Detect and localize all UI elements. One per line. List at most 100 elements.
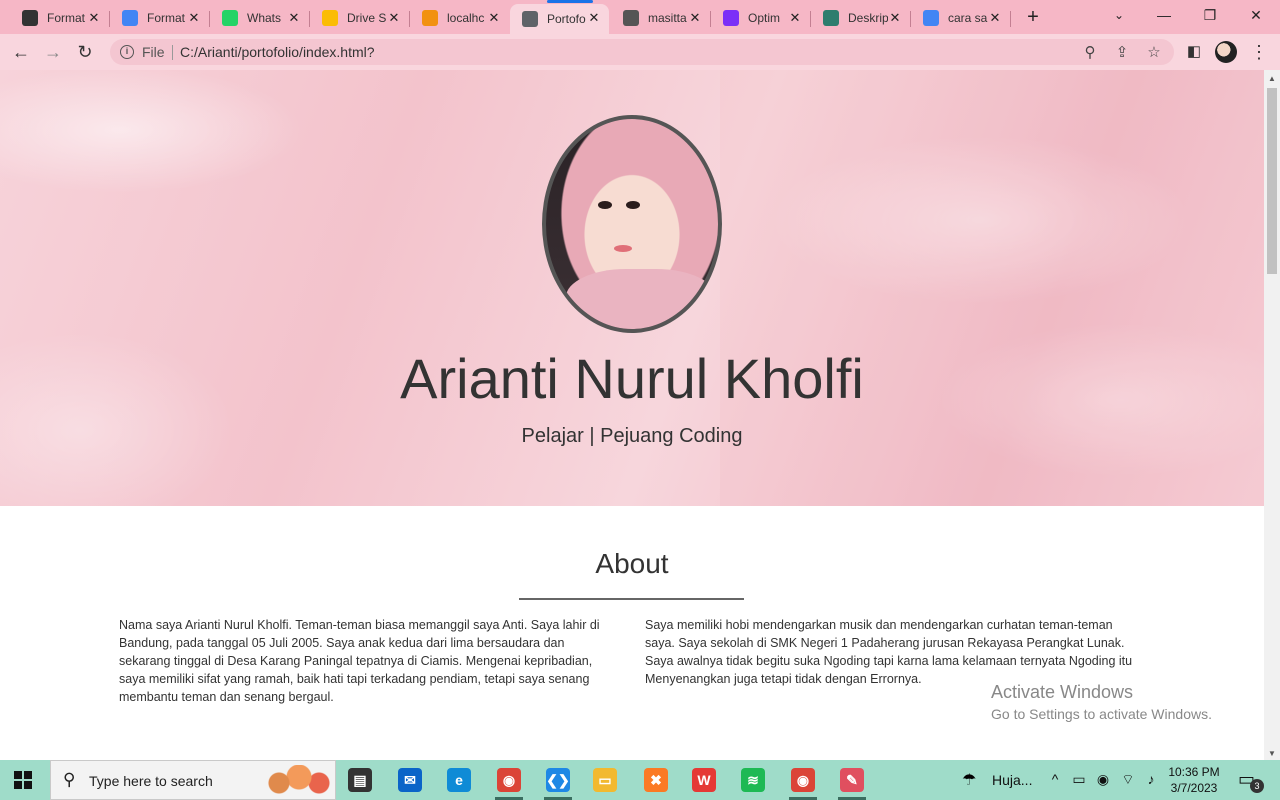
back-button[interactable]: ← bbox=[8, 40, 34, 64]
address-divider bbox=[172, 45, 173, 60]
tab-title: Portofo bbox=[547, 12, 586, 26]
zoom-icon[interactable]: ⚲ bbox=[1080, 43, 1100, 61]
tab-favicon-icon bbox=[723, 10, 739, 26]
share-icon[interactable]: ⇪ bbox=[1112, 43, 1132, 61]
windows-logo-icon bbox=[14, 771, 22, 779]
tab-separator bbox=[1010, 11, 1011, 27]
hero-section: Arianti Nurul Kholfi Pelajar | Pejuang C… bbox=[0, 70, 1264, 506]
security-icon[interactable]: ◉ bbox=[1093, 771, 1113, 788]
chrome-icon: ◉ bbox=[497, 768, 521, 792]
taskbar-app-wps-office[interactable]: W bbox=[684, 764, 724, 796]
tab-favicon-icon bbox=[22, 10, 38, 26]
tab-close-icon[interactable]: ✕ bbox=[688, 10, 702, 26]
taskbar-search-box[interactable]: ⚲ Type here to search bbox=[50, 760, 336, 800]
windows-logo-pane bbox=[24, 771, 32, 779]
browser-toolbar: ← → ↻ i File C:/Arianti/portofolio/index… bbox=[0, 34, 1280, 70]
tab-title: Whats bbox=[247, 11, 282, 25]
windows-taskbar: ⚲ Type here to search ☂ Huja... ^ ▭ ◉ ⌔ … bbox=[0, 760, 1280, 800]
browser-tab[interactable]: Deskrip ✕ bbox=[811, 4, 911, 32]
file-explorer-icon: ▭ bbox=[593, 768, 617, 792]
url-text[interactable]: C:/Arianti/portofolio/index.html? bbox=[180, 44, 375, 60]
scroll-up-arrow-icon[interactable]: ▲ bbox=[1268, 74, 1276, 83]
browser-tab[interactable]: Optim ✕ bbox=[711, 4, 811, 32]
tab-title: localhc bbox=[447, 11, 485, 25]
restore-button[interactable]: ❐ bbox=[1187, 4, 1233, 26]
tab-close-icon[interactable]: ✕ bbox=[988, 10, 1002, 26]
taskbar-app-task-view[interactable]: ▤ bbox=[340, 764, 380, 796]
scrollbar-thumb[interactable] bbox=[1267, 88, 1277, 274]
tab-favicon-icon bbox=[422, 10, 438, 26]
bookmark-star-icon[interactable]: ☆ bbox=[1144, 43, 1164, 61]
forward-button[interactable]: → bbox=[40, 40, 66, 64]
tab-close-icon[interactable]: ✕ bbox=[888, 10, 902, 26]
about-heading: About bbox=[595, 548, 669, 579]
tab-title: Deskrip bbox=[848, 11, 888, 25]
wifi-icon[interactable]: ⌔ bbox=[1118, 771, 1138, 789]
tab-close-icon[interactable]: ✕ bbox=[87, 10, 101, 26]
vscode-icon: ❮❯ bbox=[546, 768, 570, 792]
reload-button[interactable]: ↻ bbox=[72, 40, 98, 64]
clock-time: 10:36 PM bbox=[1168, 765, 1220, 779]
close-window-button[interactable]: ✕ bbox=[1233, 4, 1279, 26]
minimize-button[interactable]: — bbox=[1141, 4, 1187, 26]
weather-text[interactable]: Huja... bbox=[992, 772, 1032, 788]
start-button[interactable] bbox=[14, 771, 32, 789]
tab-title: Format bbox=[47, 11, 86, 25]
tab-close-icon[interactable]: ✕ bbox=[287, 10, 301, 26]
tab-title: cara sa bbox=[948, 11, 988, 25]
search-highlight-illustration bbox=[259, 765, 333, 799]
system-clock[interactable]: 10:36 PM 3/7/2023 bbox=[1162, 764, 1226, 796]
browser-tab[interactable]: Format ✕ bbox=[110, 4, 210, 32]
taskbar-app-edge[interactable]: e bbox=[439, 764, 479, 796]
scroll-down-arrow-icon[interactable]: ▼ bbox=[1268, 749, 1276, 758]
profile-photo bbox=[542, 115, 722, 333]
tab-close-icon[interactable]: ✕ bbox=[587, 10, 601, 26]
new-tab-button[interactable]: + bbox=[1022, 6, 1044, 29]
taskbar-app-paint[interactable]: ✎ bbox=[832, 764, 872, 800]
taskbar-app-chrome[interactable]: ◉ bbox=[489, 764, 529, 800]
taskbar-app-file-explorer[interactable]: ▭ bbox=[585, 764, 625, 796]
hero-tagline: Pelajar | Pejuang Coding bbox=[521, 425, 743, 447]
address-bar[interactable]: i File C:/Arianti/portofolio/index.html?… bbox=[110, 39, 1174, 65]
spotify-icon: ≋ bbox=[741, 768, 765, 792]
menu-kebab-icon[interactable]: ⋮ bbox=[1246, 40, 1272, 64]
side-panel-icon[interactable]: ◧ bbox=[1181, 40, 1207, 64]
taskbar-app-spotify[interactable]: ≋ bbox=[733, 764, 773, 796]
browser-tab[interactable]: Whats ✕ bbox=[210, 4, 310, 32]
weather-icon[interactable]: ☂ bbox=[962, 770, 976, 790]
browser-tab[interactable]: Drive S ✕ bbox=[310, 4, 410, 32]
volume-icon[interactable]: ♪ bbox=[1141, 771, 1161, 787]
browser-tab[interactable]: Portofo ✕ bbox=[510, 0, 609, 34]
notification-center-icon[interactable]: ▭ 3 bbox=[1238, 769, 1264, 793]
tab-close-icon[interactable]: ✕ bbox=[487, 10, 501, 26]
tab-close-icon[interactable]: ✕ bbox=[187, 10, 201, 26]
tab-close-icon[interactable]: ✕ bbox=[788, 10, 802, 26]
browser-tab[interactable]: masitta ✕ bbox=[611, 4, 711, 32]
profile-avatar[interactable] bbox=[1215, 41, 1237, 63]
tab-close-icon[interactable]: ✕ bbox=[387, 10, 401, 26]
browser-tab[interactable]: Format ✕ bbox=[10, 4, 110, 32]
page-viewport: Arianti Nurul Kholfi Pelajar | Pejuang C… bbox=[0, 70, 1264, 760]
tab-title: Drive S bbox=[347, 11, 387, 25]
paint-icon: ✎ bbox=[840, 768, 864, 792]
photo-hijab bbox=[566, 269, 716, 329]
browser-tab[interactable]: localhc ✕ bbox=[410, 4, 509, 32]
edge-icon: e bbox=[447, 768, 471, 792]
page-scrollbar[interactable]: ▲ ▼ bbox=[1264, 70, 1280, 760]
tab-search-button[interactable]: ⌄ bbox=[1096, 4, 1142, 26]
taskbar-app-chrome-profile[interactable]: ◉ bbox=[783, 764, 823, 800]
battery-icon[interactable]: ▭ bbox=[1069, 771, 1089, 788]
photo-mouth bbox=[614, 245, 632, 252]
about-paragraph-right: Saya memiliki hobi mendengarkan musik da… bbox=[645, 618, 1133, 686]
tab-favicon-icon bbox=[923, 10, 939, 26]
tab-favicon-icon bbox=[823, 10, 839, 26]
show-hidden-icons-icon[interactable]: ^ bbox=[1045, 771, 1065, 787]
scheme-label: File bbox=[142, 44, 165, 60]
taskbar-app-xampp[interactable]: ✖ bbox=[636, 764, 676, 796]
taskbar-app-vscode[interactable]: ❮❯ bbox=[538, 764, 578, 800]
site-info-icon[interactable]: i bbox=[120, 45, 134, 59]
taskbar-app-mail[interactable]: ✉ bbox=[390, 764, 430, 796]
tab-favicon-icon bbox=[522, 11, 538, 27]
browser-tab[interactable]: cara sa ✕ bbox=[911, 4, 1011, 32]
watermark-title: Activate Windows bbox=[991, 682, 1134, 702]
